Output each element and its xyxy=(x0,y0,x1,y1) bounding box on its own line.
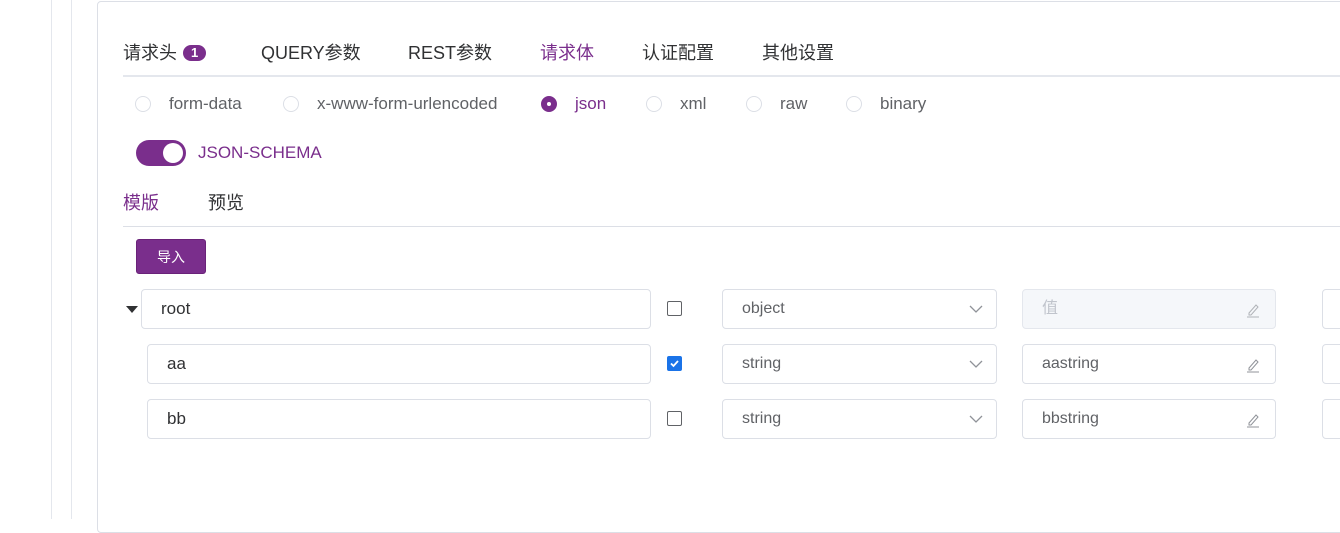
type-select[interactable]: string xyxy=(722,344,997,384)
tab-headers[interactable]: 请求头 1 xyxy=(123,36,207,76)
radio-label: binary xyxy=(880,94,927,113)
import-button[interactable]: 导入 xyxy=(136,239,206,274)
tab-label: QUERY参数 xyxy=(261,43,361,63)
radio-checked-icon xyxy=(541,96,557,112)
radio-x-www-form-urlencoded[interactable]: x-www-form-urlencoded xyxy=(283,92,497,116)
type-select-value: string xyxy=(742,410,782,427)
subtab-preview[interactable]: 预览 xyxy=(208,190,244,216)
value-text: aastring xyxy=(1042,355,1099,372)
tab-other-settings[interactable]: 其他设置 xyxy=(762,36,834,76)
required-checkbox[interactable] xyxy=(667,356,682,371)
radio-circle-icon xyxy=(746,96,762,112)
value-text: bbstring xyxy=(1042,410,1099,427)
chevron-down-icon xyxy=(969,360,983,368)
value-input[interactable]: aastring xyxy=(1022,344,1276,384)
subtab-label: 模版 xyxy=(123,193,159,213)
json-schema-switch-row: JSON-SCHEMA xyxy=(136,140,322,166)
tab-request-body[interactable]: 请求体 xyxy=(540,36,594,76)
radio-circle-icon xyxy=(135,96,151,112)
type-select[interactable]: string xyxy=(722,399,997,439)
row-action-box[interactable] xyxy=(1322,344,1340,384)
radio-raw[interactable]: raw xyxy=(746,92,807,116)
radio-binary[interactable]: binary xyxy=(846,92,926,116)
toggle-knob xyxy=(163,143,183,163)
request-config-panel xyxy=(97,1,1340,533)
radio-circle-icon xyxy=(846,96,862,112)
field-name-input[interactable]: root xyxy=(141,289,651,329)
radio-label: form-data xyxy=(169,94,242,113)
chevron-down-icon xyxy=(969,415,983,423)
required-checkbox[interactable] xyxy=(667,411,682,426)
field-name-input[interactable]: bb xyxy=(147,399,651,439)
value-placeholder: 值 xyxy=(1042,300,1059,317)
tab-label: 其他设置 xyxy=(762,43,834,63)
type-select[interactable]: object xyxy=(722,289,997,329)
radio-circle-icon xyxy=(646,96,662,112)
subtab-label: 预览 xyxy=(208,193,244,213)
check-icon xyxy=(670,360,679,368)
pencil-icon[interactable] xyxy=(1246,412,1260,428)
caret-down-icon[interactable] xyxy=(126,306,138,313)
value-input: 值 xyxy=(1022,289,1276,329)
value-input[interactable]: bbstring xyxy=(1022,399,1276,439)
json-schema-label: JSON-SCHEMA xyxy=(198,143,322,162)
subtab-template[interactable]: 模版 xyxy=(123,190,159,216)
radio-label: json xyxy=(575,94,607,113)
radio-xml[interactable]: xml xyxy=(646,92,706,116)
field-name-input[interactable]: aa xyxy=(147,344,651,384)
required-checkbox[interactable] xyxy=(667,301,682,316)
type-select-value: string xyxy=(742,355,782,372)
tab-rest-params[interactable]: REST参数 xyxy=(408,36,492,76)
tab-auth-config[interactable]: 认证配置 xyxy=(642,36,714,76)
chevron-down-icon xyxy=(969,305,983,313)
type-select-value: object xyxy=(742,300,785,317)
tab-label: 请求体 xyxy=(540,43,594,63)
pencil-icon[interactable] xyxy=(1246,357,1260,373)
headers-count-badge: 1 xyxy=(183,45,207,61)
tabs-divider xyxy=(123,75,1340,77)
tab-label: REST参数 xyxy=(408,43,493,63)
radio-label: raw xyxy=(780,94,808,113)
radio-label: xml xyxy=(680,94,707,113)
radio-form-data[interactable]: form-data xyxy=(135,92,242,116)
radio-label: x-www-form-urlencoded xyxy=(317,94,498,113)
json-schema-toggle[interactable] xyxy=(136,140,186,166)
row-action-box[interactable] xyxy=(1322,399,1340,439)
row-action-box[interactable] xyxy=(1322,289,1340,329)
left-rail-divider-inner xyxy=(71,0,72,519)
tab-label: 请求头 xyxy=(123,43,177,63)
pencil-icon xyxy=(1247,304,1259,318)
tab-query-params[interactable]: QUERY参数 xyxy=(261,36,361,76)
radio-circle-icon xyxy=(283,96,299,112)
tab-label: 认证配置 xyxy=(642,43,714,63)
radio-json[interactable]: json xyxy=(541,92,606,116)
left-rail-divider xyxy=(51,0,52,519)
subtabs-divider xyxy=(123,226,1340,227)
